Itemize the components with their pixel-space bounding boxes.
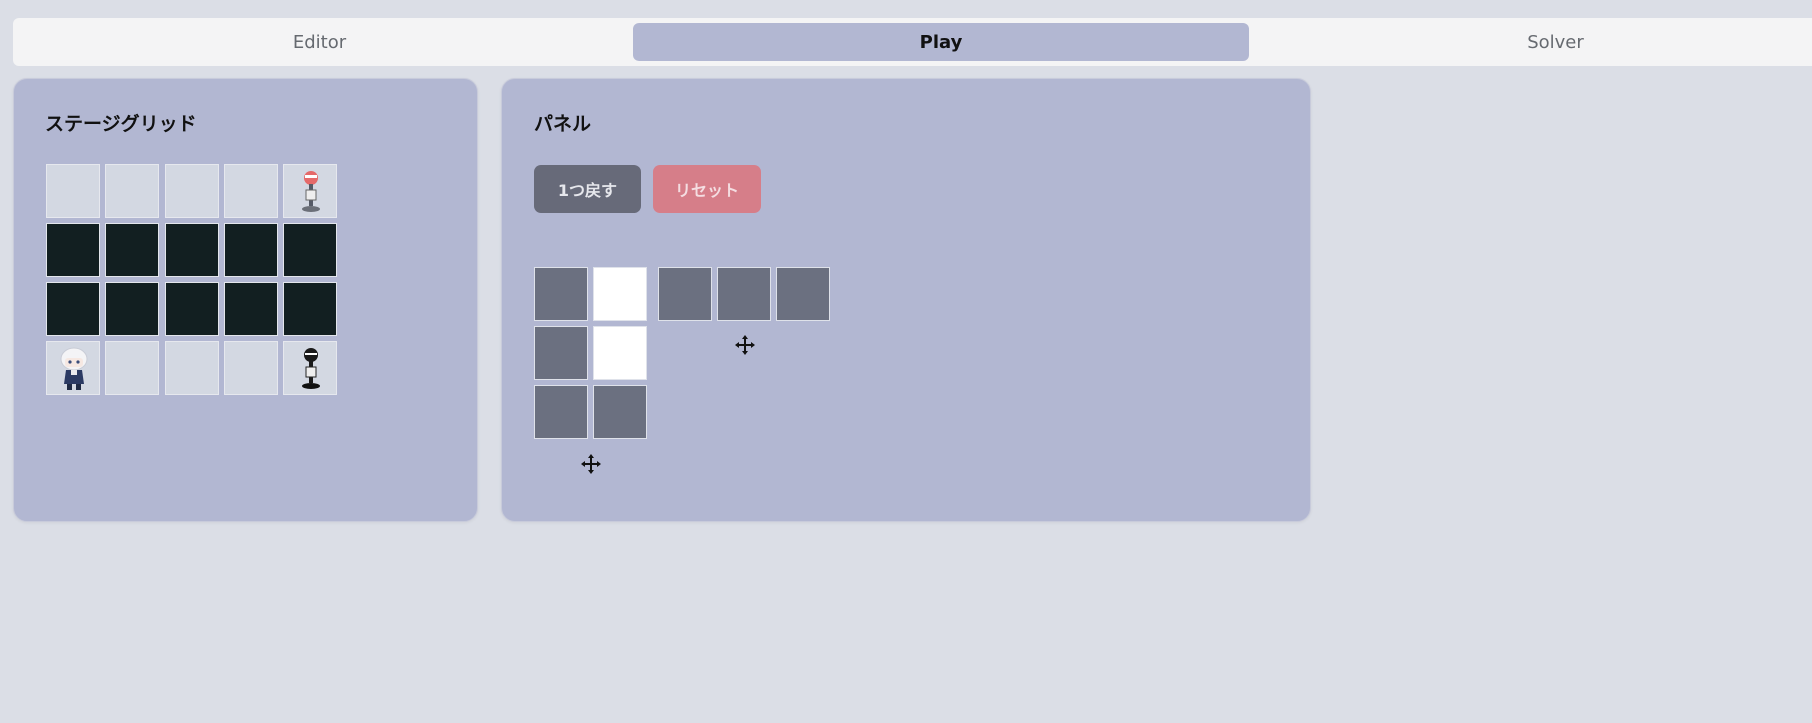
grid-cell-player[interactable] — [46, 341, 100, 395]
grid-cell-wall[interactable] — [224, 282, 278, 336]
panel-card: パネル 1つ戻す リセット — [501, 78, 1311, 522]
move-arrows-icon[interactable] — [580, 453, 602, 475]
grid-cell-wall[interactable] — [105, 282, 159, 336]
mode-tab-bar: Editor Play Solver — [13, 18, 1812, 66]
grid-cell[interactable] — [105, 341, 159, 395]
piece-cell[interactable] — [658, 267, 712, 321]
panel-title: パネル — [534, 113, 592, 135]
grid-cell-wall[interactable] — [224, 223, 278, 277]
stage-grid-title: ステージグリッド — [45, 113, 197, 135]
move-arrows-icon[interactable] — [734, 334, 756, 356]
tab-solver[interactable]: Solver — [1249, 23, 1812, 61]
black-signpost-icon — [302, 348, 320, 389]
piece-cell[interactable] — [776, 267, 830, 321]
grid-cell-goal-black[interactable] — [283, 341, 337, 395]
grid-cell-wall[interactable] — [283, 223, 337, 277]
grid-cell[interactable] — [105, 164, 159, 218]
reset-button[interactable]: リセット — [653, 165, 761, 213]
grid-cell-wall[interactable] — [46, 282, 100, 336]
grid-cell-wall[interactable] — [105, 223, 159, 277]
grid-cell-wall[interactable] — [283, 282, 337, 336]
piece-cell[interactable] — [534, 267, 588, 321]
tab-play[interactable]: Play — [633, 23, 1249, 61]
stage-grid-card: ステージグリッド — [13, 78, 478, 522]
grid-cell-wall[interactable] — [46, 223, 100, 277]
piece-cell[interactable] — [534, 385, 588, 439]
grid-cell[interactable] — [165, 164, 219, 218]
grid-cell[interactable] — [224, 164, 278, 218]
piece-cell[interactable] — [593, 385, 647, 439]
white-haired-character-icon — [60, 347, 88, 390]
red-signpost-icon — [302, 171, 320, 212]
grid-cell-goal-red[interactable] — [283, 164, 337, 218]
piece-cell[interactable] — [717, 267, 771, 321]
grid-cell[interactable] — [46, 164, 100, 218]
grid-cell[interactable] — [224, 341, 278, 395]
piece-cell[interactable] — [534, 326, 588, 380]
grid-cell-wall[interactable] — [165, 223, 219, 277]
piece-cell[interactable] — [593, 267, 647, 321]
grid-cell[interactable] — [165, 341, 219, 395]
undo-button[interactable]: 1つ戻す — [534, 165, 641, 213]
tab-editor[interactable]: Editor — [13, 23, 626, 61]
grid-cell-wall[interactable] — [165, 282, 219, 336]
piece-cell[interactable] — [593, 326, 647, 380]
